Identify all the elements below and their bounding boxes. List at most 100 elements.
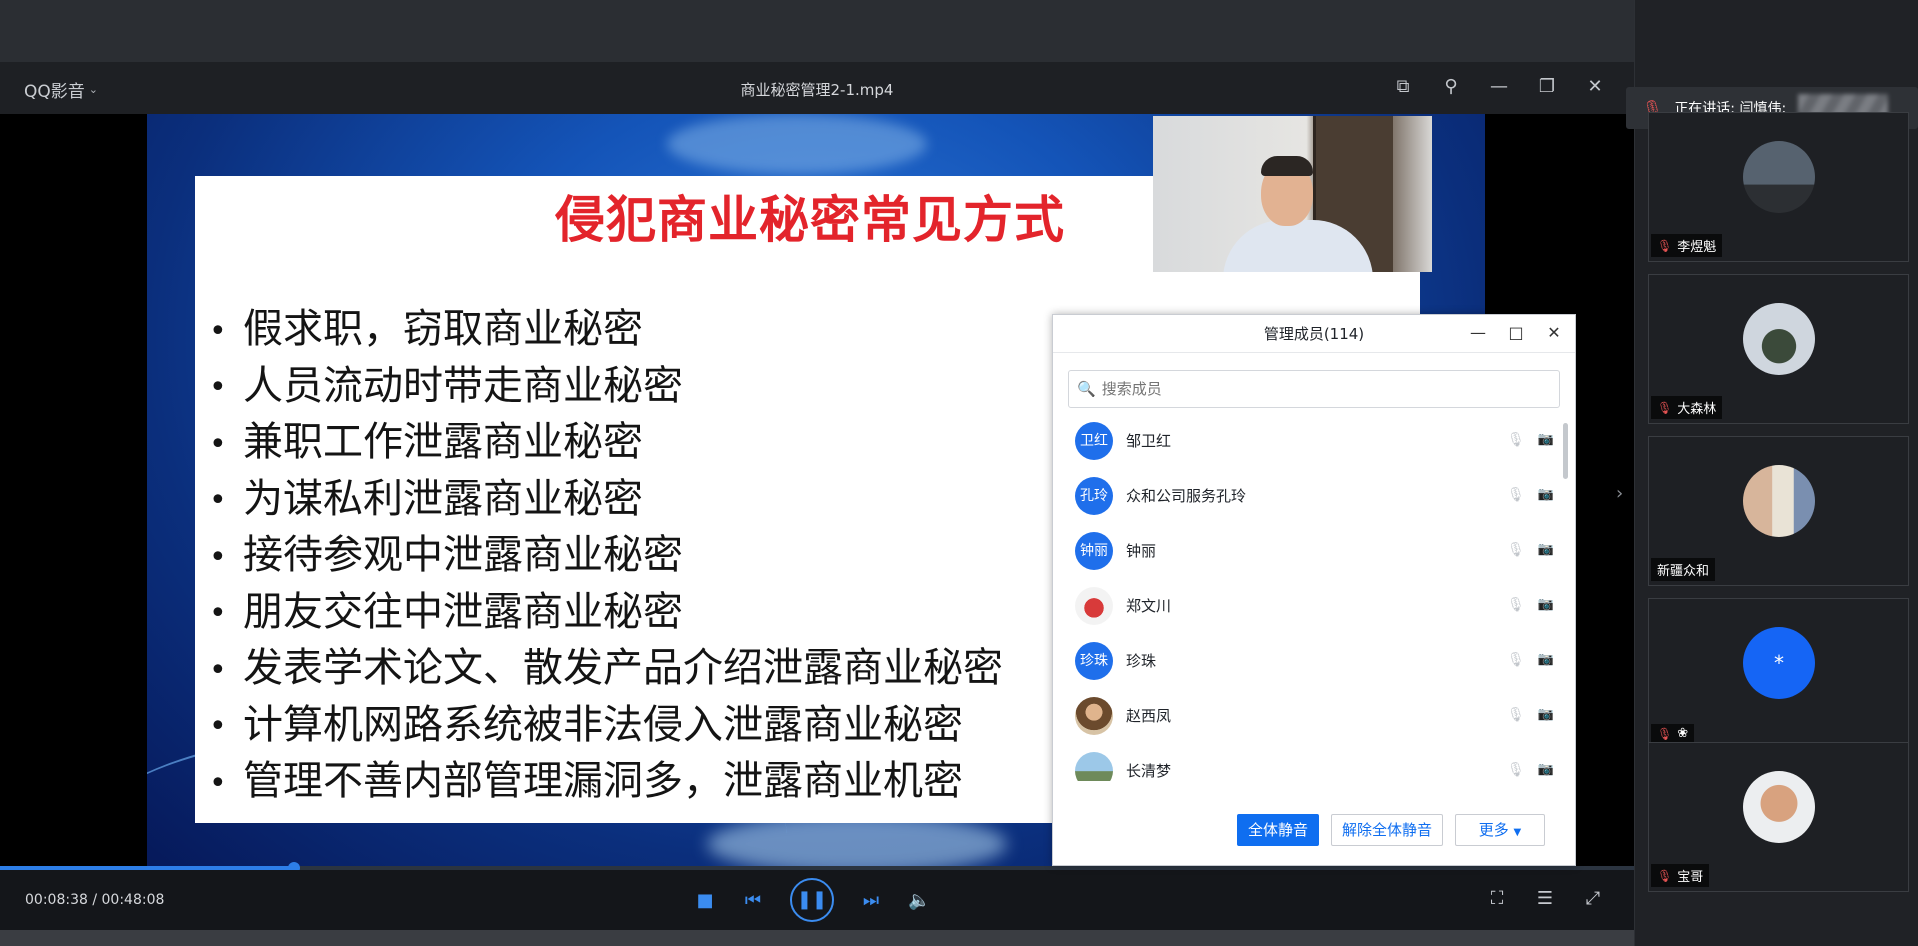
mic-muted-icon[interactable]: 🎙 bbox=[1507, 597, 1525, 615]
participant-name: ❀ bbox=[1677, 726, 1689, 741]
member-management-dialog: 管理成员(114) — □ ✕ 🔍 卫红 邹卫红 🎙 📷 孔玲 众和公司服务孔玲… bbox=[1052, 314, 1576, 866]
participant-label: 🎙 ❀ bbox=[1651, 724, 1695, 743]
chevron-right-icon[interactable]: › bbox=[1616, 483, 1623, 504]
avatar: 钟丽 bbox=[1075, 531, 1113, 570]
avatar bbox=[1743, 141, 1815, 213]
volume-icon[interactable]: 🔈 bbox=[908, 890, 930, 911]
mini-mode-icon[interactable]: ⧉ bbox=[1392, 76, 1414, 98]
mute-all-button[interactable]: 全体静音 bbox=[1236, 814, 1319, 846]
mic-muted-icon: 🎙 bbox=[1657, 238, 1673, 253]
more-button[interactable]: 更多 ▼ bbox=[1455, 814, 1545, 846]
member-row[interactable]: 郑文川 🎙 📷 bbox=[1053, 578, 1561, 633]
unmute-all-button[interactable]: 解除全体静音 bbox=[1330, 814, 1443, 846]
participant-name: 大森林 bbox=[1677, 402, 1717, 417]
close-icon[interactable]: ✕ bbox=[1545, 323, 1563, 343]
camera-off-icon[interactable]: 📷 bbox=[1537, 707, 1555, 725]
avatar: * bbox=[1743, 627, 1815, 699]
pause-icon: ❚❚ bbox=[796, 889, 828, 910]
avatar bbox=[1075, 586, 1113, 625]
participant-name: 宝哥 bbox=[1677, 870, 1704, 885]
time-total: 00:48:08 bbox=[101, 892, 165, 908]
camera-off-icon[interactable]: 📷 bbox=[1537, 432, 1555, 450]
stop-icon[interactable]: ■ bbox=[694, 890, 716, 911]
avatar bbox=[1743, 303, 1815, 375]
maximize-icon[interactable]: □ bbox=[1507, 323, 1525, 343]
slide-bullet: 发表学术论文、散发产品介绍泄露商业秘密 bbox=[203, 641, 1003, 698]
member-name: 郑文川 bbox=[1126, 597, 1172, 615]
close-icon[interactable]: ✕ bbox=[1584, 76, 1606, 98]
member-row[interactable]: 珍珠 珍珠 🎙 📷 bbox=[1053, 633, 1561, 688]
settings-sliders-icon[interactable]: ☰ bbox=[1534, 888, 1556, 909]
member-list: 卫红 邹卫红 🎙 📷 孔玲 众和公司服务孔玲 🎙 📷 钟丽 钟丽 🎙 📷 郑文川 bbox=[1053, 413, 1561, 781]
slide-bullet: 管理不善内部管理漏洞多，泄露商业机密 bbox=[203, 754, 1003, 811]
avatar bbox=[1743, 465, 1815, 537]
member-row[interactable]: 长清梦 🎙 📷 bbox=[1053, 743, 1561, 781]
restore-icon[interactable]: ❐ bbox=[1536, 76, 1558, 98]
previous-icon[interactable]: ⏮ bbox=[742, 890, 764, 911]
camera-off-icon[interactable]: 📷 bbox=[1537, 597, 1555, 615]
member-list-scrollbar[interactable] bbox=[1563, 423, 1568, 479]
member-name: 钟丽 bbox=[1126, 542, 1157, 560]
mic-muted-icon: 🎙 bbox=[1657, 400, 1673, 415]
playback-controls: 00:08:38 / 00:48:08 ■ ⏮ ❚❚ ⏭ 🔈 ⛶ ☰ ⤢ bbox=[0, 870, 1634, 930]
mic-muted-icon: 🎙 bbox=[1657, 868, 1673, 883]
slide-bullet-list: 假求职，窃取商业秘密 人员流动时带走商业秘密 兼职工作泄露商业秘密 为谋私利泄露… bbox=[203, 302, 1003, 811]
member-name: 众和公司服务孔玲 bbox=[1126, 487, 1247, 505]
camera-off-icon[interactable]: 📷 bbox=[1537, 542, 1555, 560]
time-readout: 00:08:38 / 00:48:08 bbox=[25, 892, 164, 908]
caret-down-icon: ▼ bbox=[1513, 827, 1522, 838]
avatar bbox=[1075, 696, 1113, 735]
participant-label: 🎙 李煜魁 bbox=[1651, 234, 1723, 257]
mic-muted-icon[interactable]: 🎙 bbox=[1507, 542, 1525, 560]
fullscreen-icon[interactable]: ⤢ bbox=[1582, 888, 1604, 909]
slide-title: 侵犯商业秘密常见方式 bbox=[555, 191, 1065, 249]
avatar: 孔玲 bbox=[1075, 476, 1113, 515]
speaker-camera-overlay bbox=[1153, 116, 1432, 272]
time-separator: / bbox=[87, 892, 102, 908]
participant-tile[interactable]: 🎙 宝哥 bbox=[1648, 742, 1909, 892]
participant-label: 🎙 大森林 bbox=[1651, 396, 1723, 419]
screenshot-icon[interactable]: ⛶ bbox=[1486, 888, 1508, 909]
member-row[interactable]: 钟丽 钟丽 🎙 📷 bbox=[1053, 523, 1561, 578]
slide-bullet: 假求职，窃取商业秘密 bbox=[203, 302, 1003, 359]
camera-off-icon[interactable]: 📷 bbox=[1537, 487, 1555, 505]
participant-tile[interactable]: 新疆众和 bbox=[1648, 436, 1909, 586]
participant-tile[interactable]: * 🎙 ❀ bbox=[1648, 598, 1909, 748]
slide-bullet: 朋友交往中泄露商业秘密 bbox=[203, 585, 1003, 642]
slide-bullet: 计算机网路系统被非法侵入泄露商业秘密 bbox=[203, 698, 1003, 755]
mic-muted-icon[interactable]: 🎙 bbox=[1507, 652, 1525, 670]
participant-tile[interactable]: 🎙 李煜魁 bbox=[1648, 112, 1909, 262]
participant-label: 🎙 宝哥 bbox=[1651, 864, 1710, 887]
mic-muted-icon: 🎙 bbox=[1657, 726, 1673, 741]
minimize-icon[interactable]: — bbox=[1469, 323, 1487, 343]
member-row[interactable]: 卫红 邹卫红 🎙 📷 bbox=[1053, 413, 1561, 468]
avatar bbox=[1075, 751, 1113, 781]
participant-tile[interactable]: 🎙 大森林 bbox=[1648, 274, 1909, 424]
camera-off-icon[interactable]: 📷 bbox=[1537, 762, 1555, 780]
member-row[interactable]: 孔玲 众和公司服务孔玲 🎙 📷 bbox=[1053, 468, 1561, 523]
more-button-label: 更多 bbox=[1478, 821, 1509, 839]
search-input[interactable] bbox=[1101, 380, 1542, 398]
mic-muted-icon[interactable]: 🎙 bbox=[1507, 487, 1525, 505]
time-current: 00:08:38 bbox=[25, 892, 88, 908]
bottom-band bbox=[0, 930, 1634, 946]
slide-bullet: 兼职工作泄露商业秘密 bbox=[203, 415, 1003, 472]
participant-name: 新疆众和 bbox=[1657, 564, 1710, 579]
member-row[interactable]: 赵西凤 🎙 📷 bbox=[1053, 688, 1561, 743]
member-search[interactable]: 🔍 bbox=[1068, 370, 1560, 408]
camera-off-icon[interactable]: 📷 bbox=[1537, 652, 1555, 670]
next-icon[interactable]: ⏭ bbox=[860, 890, 882, 911]
member-name: 邹卫红 bbox=[1126, 432, 1172, 450]
mic-muted-icon[interactable]: 🎙 bbox=[1507, 707, 1525, 725]
search-icon: 🔍 bbox=[1077, 380, 1096, 398]
minimize-icon[interactable]: — bbox=[1488, 76, 1510, 98]
pause-button[interactable]: ❚❚ bbox=[790, 878, 834, 922]
speaker-hair bbox=[1261, 156, 1313, 176]
mic-muted-icon[interactable]: 🎙 bbox=[1507, 762, 1525, 780]
mic-muted-icon[interactable]: 🎙 bbox=[1507, 432, 1525, 450]
pin-icon[interactable]: ⚲ bbox=[1440, 76, 1462, 98]
member-name: 长清梦 bbox=[1126, 762, 1172, 780]
member-name: 赵西凤 bbox=[1126, 707, 1172, 725]
top-band bbox=[0, 0, 1634, 62]
avatar: 珍珠 bbox=[1075, 641, 1113, 680]
